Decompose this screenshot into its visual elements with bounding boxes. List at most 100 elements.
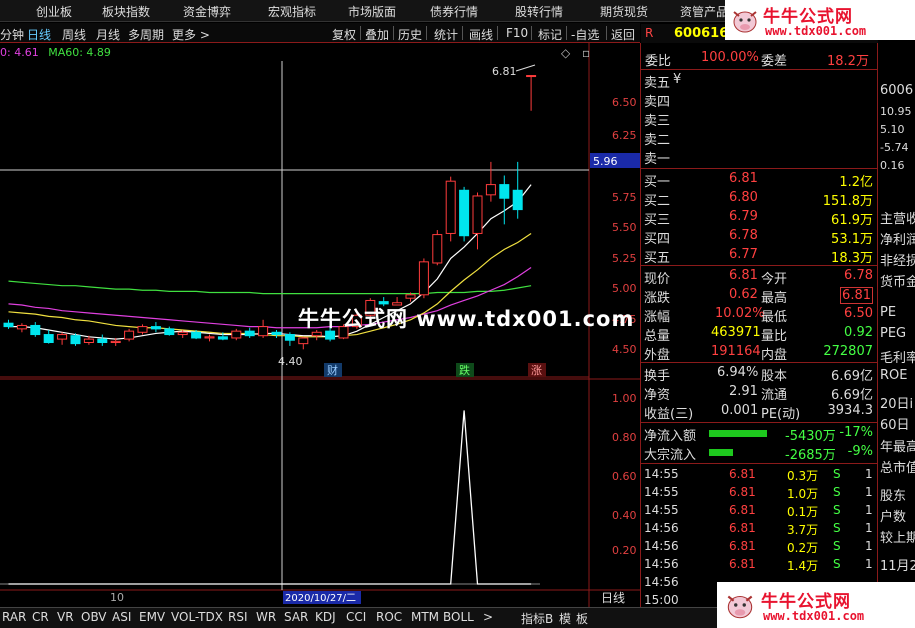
tab-sar[interactable]: SAR (284, 610, 308, 624)
f10-button[interactable]: F10 (506, 26, 528, 40)
info-item: 净利润 (880, 233, 915, 248)
stat-label: 股本 (761, 369, 788, 384)
period-weekly[interactable]: 周线 (62, 26, 86, 43)
info-item: 11月2 (880, 559, 915, 574)
candle-body (57, 334, 68, 340)
tick-count: 1 (865, 539, 873, 553)
tick-side: S (833, 539, 841, 553)
candle-body (432, 234, 443, 264)
weicha-value: 18.2万 (827, 54, 869, 69)
high-price-pointer (515, 64, 536, 72)
candle-body (204, 336, 215, 339)
tab-emv[interactable]: EMV (139, 610, 165, 624)
candle (485, 161, 496, 202)
divider (641, 168, 878, 169)
stat-label: 涨幅 (644, 310, 671, 325)
nav-item-asset-mgmt[interactable]: 资管产品 (680, 3, 728, 20)
ask-label: 卖四 (644, 95, 671, 110)
period-more[interactable]: 更多 > (172, 26, 210, 43)
bid-label: 买二 (644, 194, 671, 209)
weibi-label: 委比 (645, 54, 672, 69)
logo-url: www.tdx001.com (763, 609, 865, 623)
remove-watchlist-button[interactable]: -自选 (571, 26, 599, 43)
bid-label: 买一 (644, 175, 671, 190)
tick-time: 14:56 (644, 539, 679, 553)
indicator-tick: 0.20 (612, 544, 637, 557)
period-minute[interactable]: 分钟 (0, 26, 24, 43)
candle-body (405, 294, 416, 299)
tick-side: S (833, 503, 841, 517)
tab-obv[interactable]: OBV (81, 610, 107, 624)
price-tick: 5.75 (612, 191, 637, 204)
indicator-axis: 1.00 0.80 0.60 0.40 0.20 (612, 392, 637, 557)
stat-value: 463971 (711, 325, 761, 340)
candle-body (499, 184, 510, 199)
event-marker-label: 财 (327, 363, 338, 377)
tab-asi[interactable]: ASI (112, 610, 131, 624)
period-monthly[interactable]: 月线 (96, 26, 120, 43)
overlay-button[interactable]: 叠加 (365, 26, 389, 43)
back-button[interactable]: 返回 (611, 26, 635, 43)
draw-line-button[interactable]: 画线 (469, 26, 493, 43)
tab-vol-tdx[interactable]: VOL-TDX (171, 610, 223, 624)
statistics-button[interactable]: 统计 (434, 26, 458, 43)
current-price-label: 5.96 (593, 155, 618, 168)
price-tick: 6.50 (612, 96, 637, 109)
adjust-button[interactable]: 复权 (332, 26, 356, 43)
ma-value-label: 0: 4.61 (0, 46, 39, 59)
bid-price: 6.80 (729, 190, 758, 205)
candle (445, 176, 456, 242)
ask-label: 卖三 (644, 114, 671, 129)
tab-cr[interactable]: CR (32, 610, 49, 624)
tabs-more-icon[interactable]: > (483, 610, 493, 624)
tick-time: 14:55 (644, 503, 679, 517)
nav-item-bond[interactable]: 债券行情 (430, 3, 478, 20)
tab-template[interactable]: 模 (559, 610, 571, 627)
event-marker-label: 涨 (531, 364, 542, 377)
nav-item-chinext[interactable]: 创业板 (36, 3, 72, 20)
nav-item-capital-game[interactable]: 资金博弈 (183, 3, 231, 20)
info-item: PE (880, 305, 897, 320)
tab-rar[interactable]: RAR (2, 610, 26, 624)
flow-value: -5430万 (785, 429, 836, 444)
tab-kdj[interactable]: KDJ (315, 610, 336, 624)
stat-value: 272807 (823, 344, 873, 359)
nav-item-market-layout[interactable]: 市场版面 (348, 3, 396, 20)
info-item: 60日 (880, 418, 910, 433)
divider (641, 69, 878, 70)
nav-item-macro[interactable]: 宏观指标 (268, 3, 316, 20)
history-button[interactable]: 历史 (398, 26, 422, 43)
tick-count: 1 (865, 503, 873, 517)
nav-item-futures[interactable]: 期货现货 (600, 3, 648, 20)
tab-rsi[interactable]: RSI (228, 610, 248, 624)
quote-panel: R 600616 委比 100.00% 委差 18.2万 卖五 ¥ 卖四 卖三 … (640, 24, 878, 609)
candle (16, 323, 27, 333)
candle-body (231, 330, 242, 339)
tab-indicator-b[interactable]: 指标B (521, 610, 553, 627)
candle-body (150, 326, 161, 330)
candle-body (164, 328, 175, 336)
stat-label: 流通 (761, 388, 788, 403)
tab-vr[interactable]: VR (57, 610, 74, 624)
tab-board[interactable]: 板 (576, 610, 588, 627)
candle-body (30, 324, 41, 336)
candle-body (83, 338, 94, 344)
candle-body (418, 261, 429, 296)
period-daily[interactable]: 日线 (27, 26, 51, 43)
nav-item-sector-index[interactable]: 板块指数 (102, 3, 150, 20)
bid-price: 6.78 (729, 228, 758, 243)
info-item: 毛利率 (880, 351, 915, 366)
tab-mtm[interactable]: MTM (411, 610, 439, 624)
tick-volume: 1.4万 (787, 559, 819, 573)
tab-wr[interactable]: WR (256, 610, 276, 624)
flow-bar (709, 430, 767, 437)
stat-value: 191164 (711, 344, 761, 359)
mark-button[interactable]: 标记 (538, 26, 562, 43)
tick-count: 1 (865, 467, 873, 481)
nav-item-neeq[interactable]: 股转行情 (515, 3, 563, 20)
tab-roc[interactable]: ROC (376, 610, 402, 624)
period-multi[interactable]: 多周期 (128, 26, 164, 43)
stat-value: 6.94% (717, 365, 759, 380)
tab-cci[interactable]: CCI (346, 610, 366, 624)
tab-boll[interactable]: BOLL (443, 610, 474, 624)
